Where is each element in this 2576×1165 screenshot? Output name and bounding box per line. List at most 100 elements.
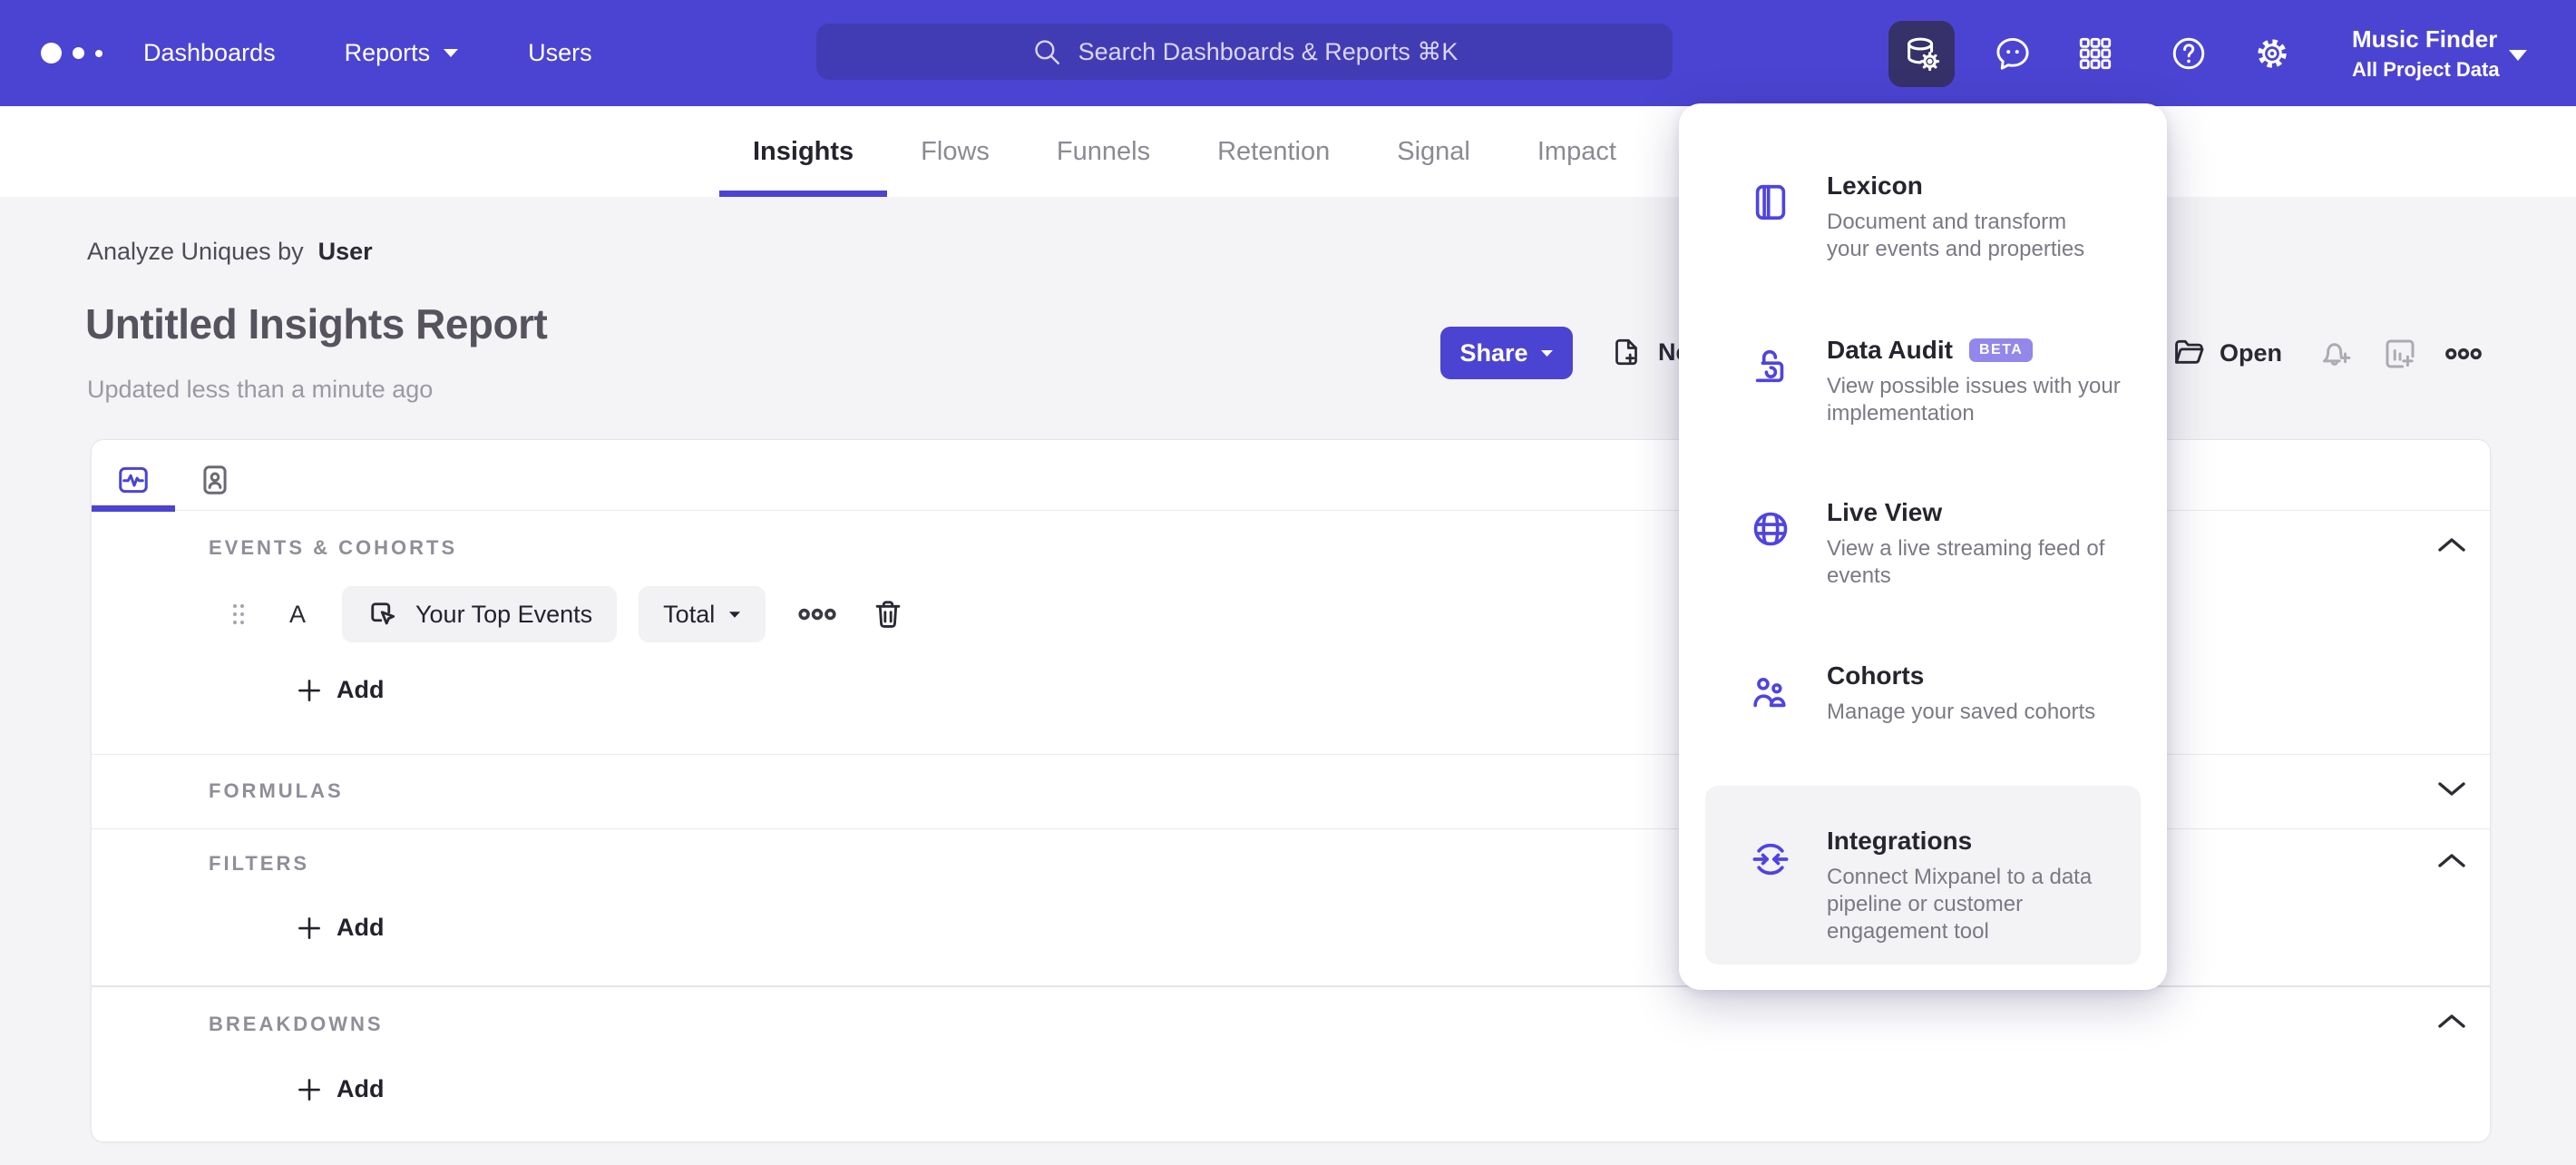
drag-dots-icon <box>232 603 245 625</box>
analyze-uniques-row: Analyze Uniques by User <box>87 238 373 266</box>
data-management-button[interactable] <box>1888 21 1955 87</box>
section-header-filters: FILTERS <box>209 852 310 875</box>
menu-item-desc: View a live streaming feed of events <box>1827 536 2105 588</box>
collapse-breakdowns-button[interactable] <box>2434 1007 2470 1036</box>
globe-icon <box>1753 512 1788 546</box>
chevron-up-icon <box>2438 854 2465 867</box>
collapse-events-button[interactable] <box>2434 531 2470 560</box>
events-view-tab[interactable] <box>115 462 151 498</box>
bell-plus-icon <box>2323 343 2351 367</box>
page-title: Untitled Insights Report <box>85 300 548 348</box>
chevron-up-icon <box>2438 538 2465 552</box>
logo-dot <box>41 43 62 64</box>
add-to-board-button[interactable] <box>2380 334 2420 374</box>
menu-item-live-view[interactable]: Live View View a live streaming feed of … <box>1705 497 2141 590</box>
mixpanel-logo[interactable] <box>41 0 102 106</box>
add-event-button[interactable]: Add <box>296 676 384 704</box>
menu-item-cohorts[interactable]: Cohorts Manage your saved cohorts <box>1705 661 2141 726</box>
pulse-chart-icon <box>119 466 148 494</box>
event-cursor-icon <box>371 602 395 625</box>
menu-item-integrations[interactable]: Integrations Connect Mixpanel to a data … <box>1705 786 2141 964</box>
metric-name: Total <box>663 600 716 628</box>
tab-insights[interactable]: Insights <box>719 106 888 197</box>
section-header-events: EVENTS & COHORTS <box>209 536 458 559</box>
chevron-down-icon <box>729 611 741 618</box>
drag-handle[interactable] <box>229 601 249 628</box>
top-navigation-bar: Dashboards Reports Users Search Dashboar… <box>0 0 2576 106</box>
chat-bubble-icon <box>1996 37 2029 70</box>
ellipsis-icon <box>2445 348 2482 360</box>
event-name: Your Top Events <box>415 600 593 628</box>
section-header-breakdowns: BREAKDOWNS <box>209 1013 384 1035</box>
nav-item-users[interactable]: Users <box>528 39 592 67</box>
updated-timestamp: Updated less than a minute ago <box>87 376 434 403</box>
event-options-button[interactable] <box>796 593 838 635</box>
menu-item-desc: View possible issues with your implement… <box>1827 374 2121 426</box>
share-label: Share <box>1459 338 1528 367</box>
project-scope: All Project Data <box>2352 58 2500 81</box>
data-management-menu: Lexicon Document and transform your even… <box>1679 103 2167 990</box>
mixpanel-app: Dashboards Reports Users Search Dashboar… <box>0 0 2576 1165</box>
collapse-filters-button[interactable] <box>2434 847 2470 876</box>
ellipsis-icon <box>798 608 836 621</box>
profile-card-icon <box>203 465 227 494</box>
help-button[interactable] <box>2169 34 2209 73</box>
logo-dot <box>73 47 84 59</box>
event-selector[interactable]: Your Top Events <box>342 586 618 642</box>
plus-icon <box>298 679 320 701</box>
add-label: Add <box>337 676 385 703</box>
create-alert-button[interactable] <box>2315 334 2355 374</box>
file-plus-icon <box>1615 338 1637 366</box>
report-tabs: Insights Flows Funnels Retention Signal … <box>719 106 1650 197</box>
add-breakdown-button[interactable]: Add <box>296 1075 384 1103</box>
tab-signal[interactable]: Signal <box>1363 106 1504 197</box>
chevron-down-icon[interactable] <box>2507 49 2529 62</box>
more-options-button[interactable] <box>2444 334 2483 374</box>
event-row-a: A Your Top Events Total <box>229 585 905 643</box>
nav-item-label: Users <box>528 39 592 66</box>
feedback-button[interactable] <box>1993 34 2033 73</box>
analyze-entity-selector[interactable]: User <box>318 238 373 266</box>
section-header-formulas: FORMULAS <box>209 779 344 802</box>
grid-icon <box>2079 37 2112 70</box>
nav-item-label: Reports <box>344 39 431 66</box>
apps-grid-button[interactable] <box>2075 34 2115 73</box>
share-button[interactable]: Share <box>1440 327 1573 379</box>
add-label: Add <box>337 1075 385 1102</box>
settings-button[interactable] <box>2252 34 2292 73</box>
board-plus-icon <box>2386 339 2415 368</box>
open-report-button[interactable]: Open <box>2171 336 2282 370</box>
series-letter: A <box>289 600 307 628</box>
chevron-up-icon <box>2438 1014 2465 1028</box>
question-circle-icon <box>2172 37 2205 70</box>
menu-item-text: Lexicon Document and transform your even… <box>1827 171 2141 263</box>
tab-retention[interactable]: Retention <box>1184 106 1363 197</box>
add-label: Add <box>337 914 385 941</box>
menu-item-data-audit[interactable]: Data Audit BETA View possible issues wit… <box>1705 335 2141 427</box>
tab-flows[interactable]: Flows <box>887 106 1023 197</box>
nav-item-reports[interactable]: Reports <box>345 39 460 67</box>
menu-item-desc: Connect Mixpanel to a data pipeline or c… <box>1827 865 2093 944</box>
folder-icon <box>2175 339 2204 364</box>
global-search-input[interactable]: Search Dashboards & Reports ⌘K <box>816 24 1673 80</box>
menu-item-lexicon[interactable]: Lexicon Document and transform your even… <box>1705 171 2141 263</box>
tab-impact[interactable]: Impact <box>1504 106 1650 197</box>
profiles-view-tab[interactable] <box>197 462 233 498</box>
plus-icon <box>298 1078 320 1101</box>
add-filter-button[interactable]: Add <box>296 914 384 942</box>
tab-label: Insights <box>753 136 854 166</box>
gear-icon <box>2258 39 2287 68</box>
metric-selector[interactable]: Total <box>639 586 766 642</box>
delete-event-button[interactable] <box>871 597 905 631</box>
chevron-down-icon <box>444 49 459 57</box>
expand-formulas-button[interactable] <box>2434 774 2470 803</box>
nav-item-dashboards[interactable]: Dashboards <box>143 39 276 67</box>
beta-badge: BETA <box>1968 338 2034 362</box>
menu-item-title: Lexicon <box>1827 171 1923 200</box>
menu-item-title: Cohorts <box>1827 661 1925 690</box>
menu-item-title: Integrations <box>1827 827 1973 855</box>
cohorts-people-icon <box>1753 677 1786 708</box>
tab-funnels[interactable]: Funnels <box>1023 106 1184 197</box>
integrations-sync-icon <box>1752 843 1789 876</box>
plus-icon <box>298 916 320 939</box>
